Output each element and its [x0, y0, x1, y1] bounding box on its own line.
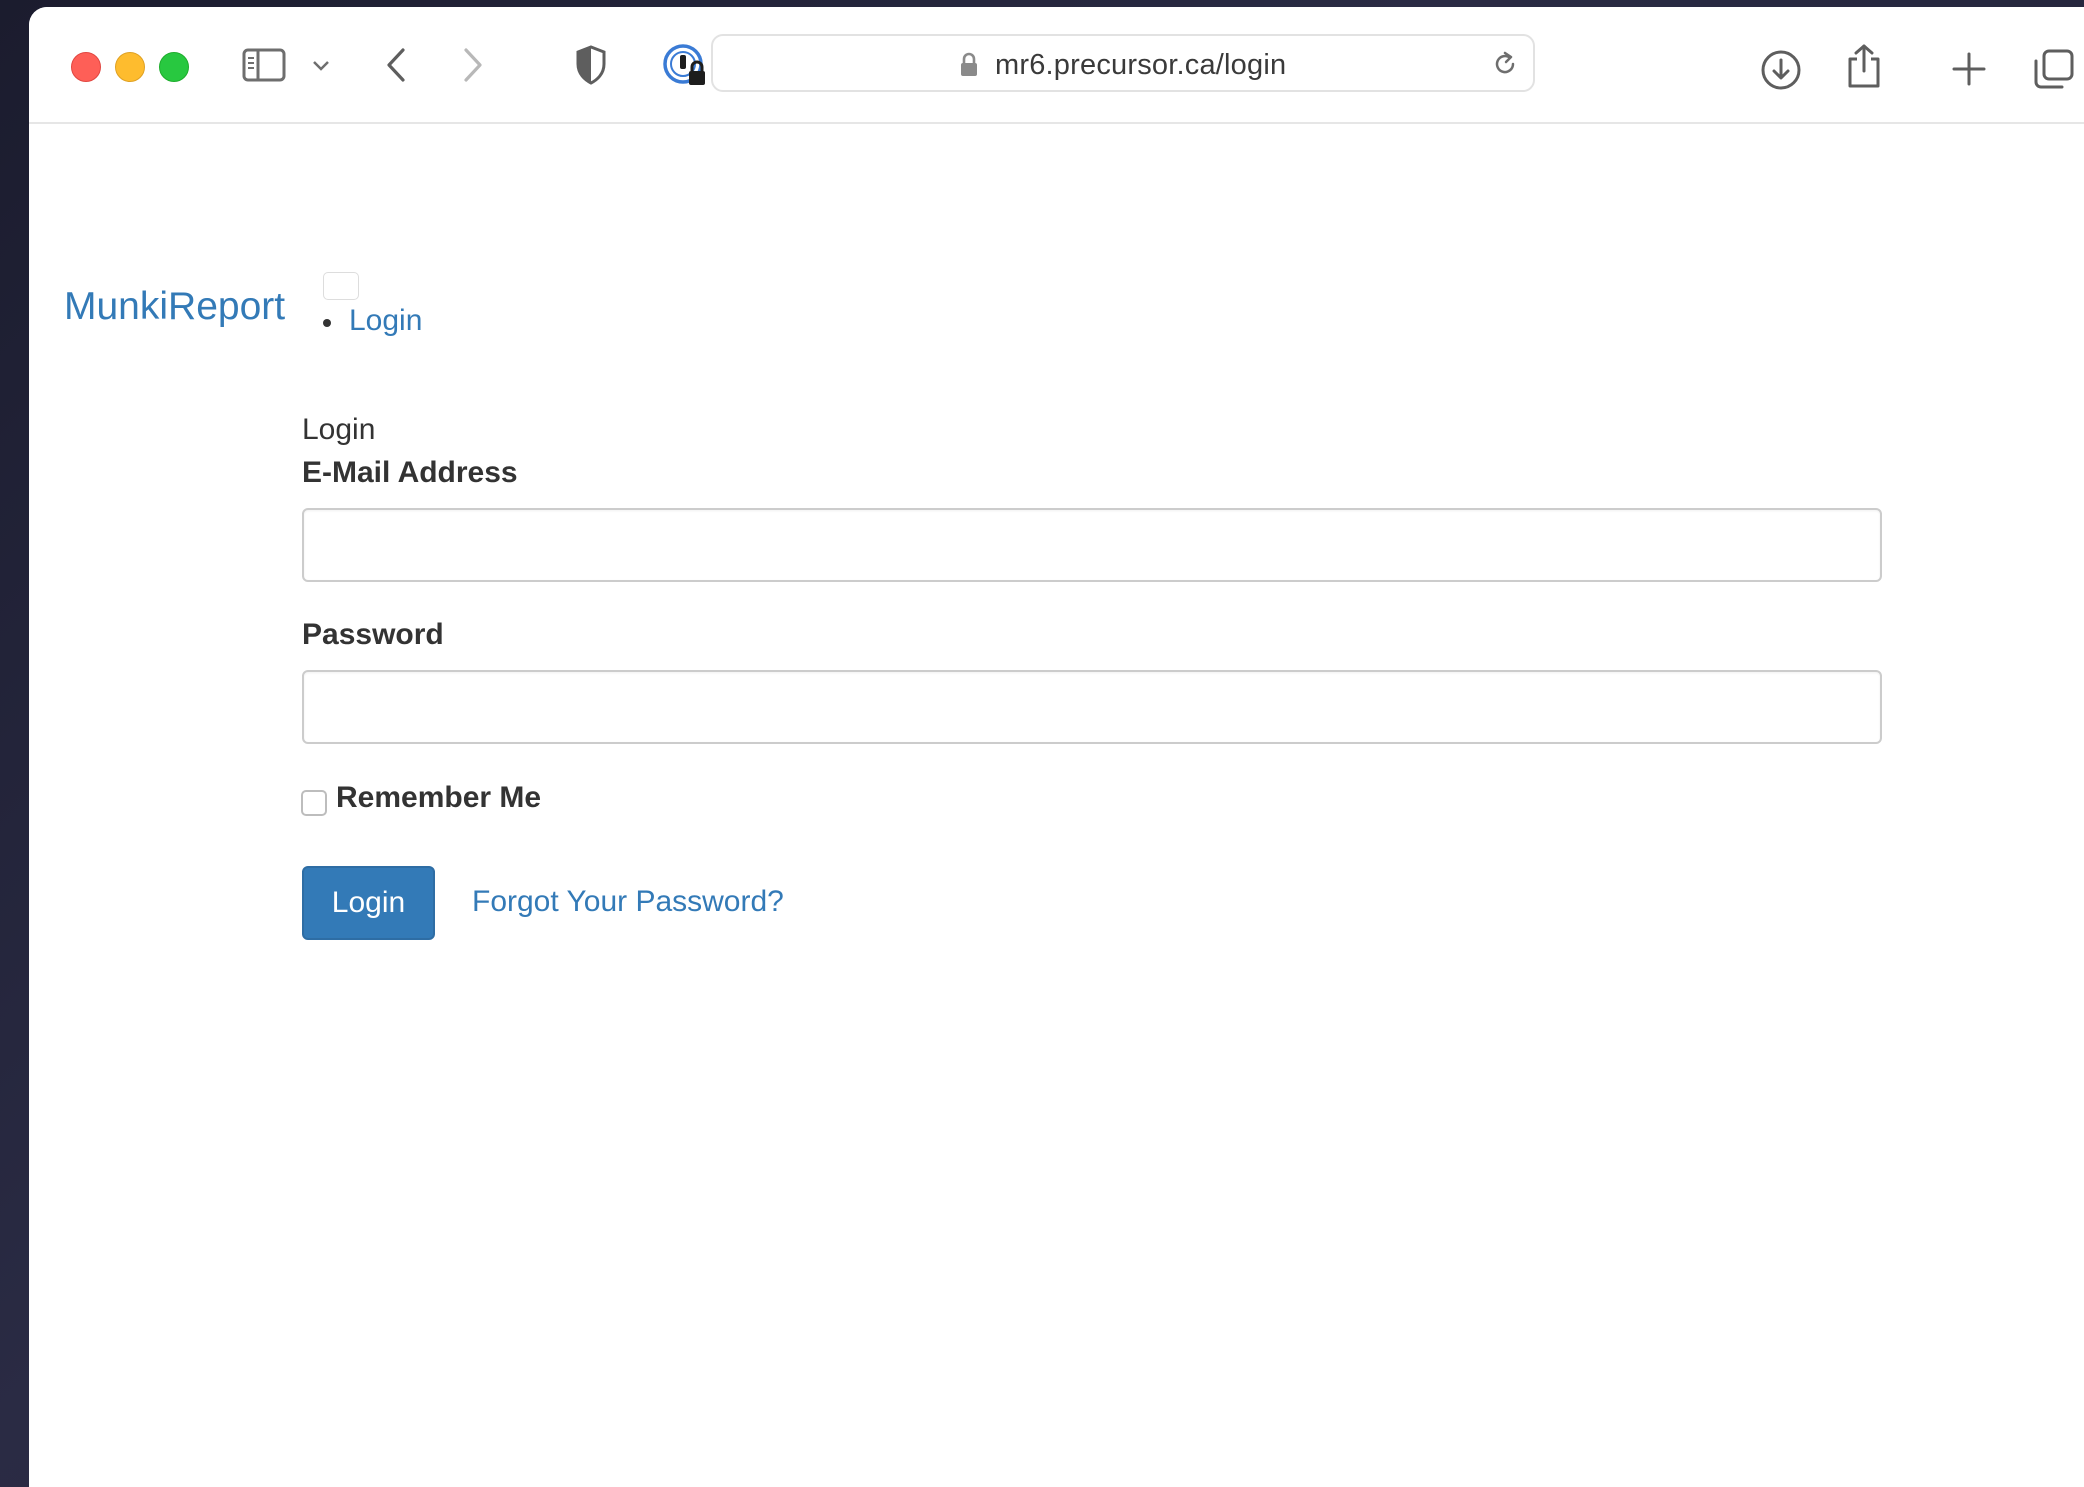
- nav-link-login[interactable]: Login: [349, 304, 422, 338]
- remember-me-checkbox[interactable]: [301, 790, 327, 816]
- login-button[interactable]: Login: [302, 866, 435, 940]
- download-icon[interactable]: [1760, 49, 1802, 91]
- close-window-button[interactable]: [71, 52, 101, 82]
- minimize-window-button[interactable]: [115, 52, 145, 82]
- browser-window: mr6.precursor.ca/login MunkiReport Login: [29, 7, 2084, 1487]
- chevron-down-icon[interactable]: [311, 59, 331, 73]
- address-bar[interactable]: mr6.precursor.ca/login: [711, 34, 1535, 92]
- share-icon[interactable]: [1846, 43, 1882, 89]
- browser-toolbar: mr6.precursor.ca/login: [29, 7, 2084, 124]
- password-field[interactable]: [302, 670, 1882, 744]
- navbar-brand[interactable]: MunkiReport: [64, 285, 285, 329]
- email-field[interactable]: [302, 508, 1882, 582]
- new-tab-icon[interactable]: [1951, 51, 1987, 87]
- login-panel-title: Login: [302, 413, 376, 446]
- back-icon[interactable]: [384, 47, 408, 83]
- email-label: E-Mail Address: [302, 456, 518, 489]
- password-manager-icon[interactable]: [662, 43, 710, 91]
- maximize-window-button[interactable]: [159, 52, 189, 82]
- navbar-toggle-button[interactable]: [323, 272, 359, 300]
- reload-icon[interactable]: [1491, 50, 1519, 83]
- sidebar-icon[interactable]: [242, 48, 286, 82]
- nav-item-login: Login: [323, 304, 422, 338]
- forgot-password-link[interactable]: Forgot Your Password?: [472, 885, 784, 919]
- forward-icon[interactable]: [461, 47, 485, 83]
- lock-icon: [959, 52, 979, 83]
- privacy-shield-icon[interactable]: [575, 45, 607, 85]
- tab-overview-icon[interactable]: [2033, 48, 2075, 90]
- address-url: mr6.precursor.ca/login: [995, 49, 1287, 81]
- password-label: Password: [302, 618, 444, 651]
- bullet-icon: [323, 319, 331, 327]
- page-content: MunkiReport Login Login E-Mail Address P…: [29, 124, 2084, 1487]
- navbar-links: Login: [323, 304, 422, 338]
- remember-me-label[interactable]: Remember Me: [336, 781, 541, 815]
